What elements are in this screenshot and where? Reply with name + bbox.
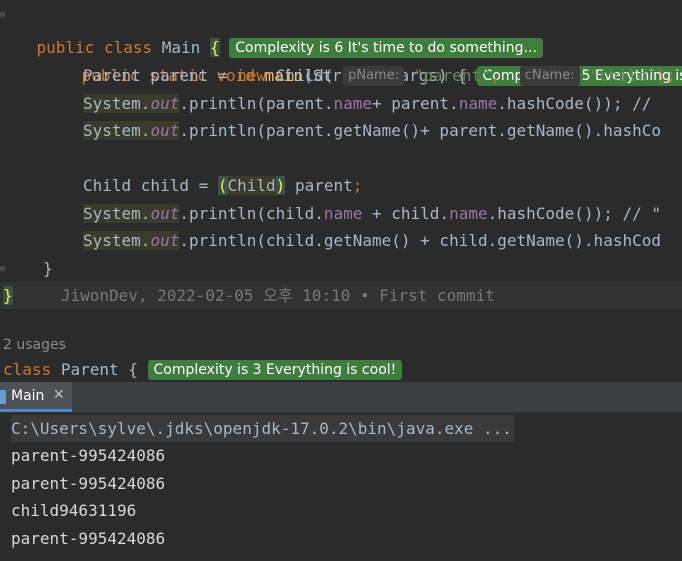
code-line-println-1[interactable]: System.out.println(parent.name+ parent.n… — [83, 90, 651, 117]
code-text: .hashCode()); // " — [487, 204, 661, 223]
comma: , — [490, 66, 501, 85]
code-line-println-4[interactable]: System.out.println(child.getName() + chi… — [83, 227, 661, 254]
code-line-close-class[interactable]: } JiwonDev, 2022-02-05 오후 10:10 • First … — [0, 282, 682, 309]
fold-marker-icon[interactable] — [0, 266, 5, 271]
code-line-class-main[interactable]: public class Main { Complexity is 6 It's… — [0, 7, 543, 58]
code-text: .println(parent. — [179, 94, 334, 113]
code-line-println-2[interactable]: System.out.println(parent.getName()+ par… — [83, 117, 661, 144]
console-output-line: parent-995424086 — [11, 474, 166, 493]
param-hint: cName: — [519, 65, 580, 86]
code-text: Parent parent = — [83, 66, 238, 85]
console-output-line: child94631196 — [11, 501, 137, 520]
code-line-parent-decl[interactable]: Parent parent = new Child( pName: "paren… — [83, 62, 676, 89]
code-text: + parent. — [372, 94, 459, 113]
paren: ( — [217, 176, 228, 195]
console-output-line: parent-995424086 — [11, 529, 166, 548]
field: name — [458, 94, 498, 113]
code-line-println-3[interactable]: System.out.println(child.name + child.na… — [83, 200, 661, 227]
code-line-class-parent[interactable]: class Parent { Complexity is 3 Everythin… — [3, 356, 403, 382]
code-text: .hashCode()); // — [497, 94, 652, 113]
complexity-annotation[interactable]: Complexity is 3 Everything is cool! — [147, 359, 403, 380]
code-text: Child child = — [83, 176, 218, 195]
field: name — [323, 204, 363, 223]
string-literal: "parent" — [413, 66, 491, 85]
console-command-line[interactable]: C:\Users\sylve\.jdks\openjdk-17.0.2\bin\… — [11, 415, 514, 442]
tab-run-main[interactable]: Main ✕ — [0, 382, 72, 412]
string-literal: "child" — [589, 66, 657, 85]
code-editor[interactable]: public class Main { Complexity is 6 It's… — [0, 0, 682, 382]
code-text: System.out — [83, 121, 180, 140]
code-text: + child. — [362, 204, 450, 223]
code-text: .println(parent.getName()+ parent.getNam… — [179, 121, 661, 140]
code-text: System.out — [83, 231, 180, 250]
brace: } — [43, 259, 53, 278]
keyword: new — [237, 66, 267, 85]
semicolon: ; — [352, 176, 363, 195]
code-line-close-method[interactable]: } — [43, 255, 53, 282]
code-text: ); — [656, 66, 676, 85]
git-blame-annotation[interactable]: JiwonDev, 2022-02-05 오후 10:10 • First co… — [61, 286, 495, 305]
code-line-child-decl[interactable]: Child child = (Child) parent; — [83, 172, 362, 199]
code-text: System.out — [83, 94, 180, 113]
code-text: Child( — [275, 66, 334, 85]
run-tool-window-tabbar: Main ✕ — [0, 382, 682, 413]
tab-label: Main — [11, 388, 45, 404]
code-text: System.out — [83, 204, 180, 223]
usages-hint[interactable]: 2 usages — [3, 335, 66, 355]
code-text: .println(child.getName() + child.getName… — [179, 231, 661, 250]
field: name — [333, 94, 372, 113]
cast-type: Child — [227, 176, 276, 195]
brace: { — [128, 360, 138, 379]
brace: } — [3, 286, 13, 305]
code-text: parent — [285, 176, 353, 195]
class-name: Parent — [60, 360, 119, 379]
fold-marker-icon[interactable] — [0, 12, 5, 17]
code-line-main-method[interactable]: public static void main(String[] args) {… — [43, 35, 682, 86]
console-output-line: parent-995424086 — [11, 446, 166, 465]
run-config-icon — [0, 390, 6, 404]
param-hint: pName: — [343, 65, 405, 86]
field: name — [449, 204, 488, 223]
run-console[interactable]: C:\Users\sylve\.jdks\openjdk-17.0.2\bin\… — [0, 413, 682, 561]
paren: ) — [275, 176, 286, 195]
close-icon[interactable]: ✕ — [53, 387, 65, 403]
code-text: .println(child. — [179, 204, 324, 223]
keyword: class — [3, 360, 52, 379]
